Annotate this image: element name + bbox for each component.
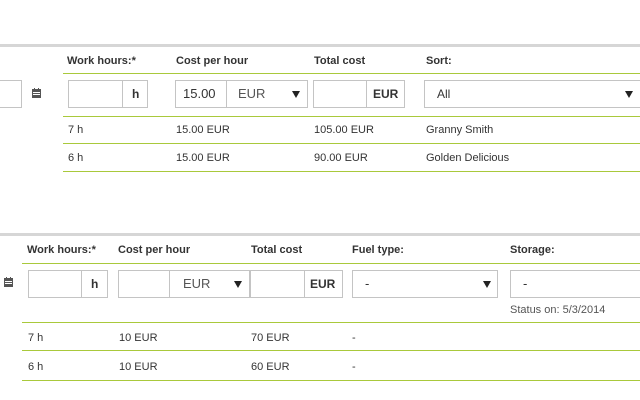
table2-fuel-type-select[interactable]: - xyxy=(352,270,498,298)
table1-row2-total: 90.00 EUR xyxy=(314,152,368,164)
table1-row2-cost: 15.00 EUR xyxy=(176,152,230,164)
triangle-down-icon[interactable] xyxy=(292,91,300,98)
table2-row1-total: 70 EUR xyxy=(251,332,290,344)
table2-input-line xyxy=(22,322,640,323)
table2-header-cost-per-hour: Cost per hour xyxy=(118,244,191,256)
table1-header-sort: Sort: xyxy=(426,55,452,67)
table1-row2-sort: Golden Delicious xyxy=(426,152,510,164)
table2-header-work-hours: Work hours:* xyxy=(27,244,96,256)
table1-row-line xyxy=(63,171,640,172)
table2-row-line xyxy=(22,380,640,381)
currency-select[interactable]: EUR xyxy=(183,271,210,297)
work-hours-unit: h xyxy=(91,277,99,291)
table2-row1-cost: 10 EUR xyxy=(119,332,158,344)
work-hours-separator xyxy=(81,271,82,297)
table1-header-cost-per-hour: Cost per hour xyxy=(176,55,249,67)
table1-total-cost-field[interactable]: EUR xyxy=(313,80,405,108)
cost-value: 15.00 xyxy=(183,86,216,101)
calendar-icon[interactable] xyxy=(32,88,41,101)
total-separator xyxy=(366,81,367,107)
total-cost-unit: EUR xyxy=(373,87,399,101)
table2-row1-hours: 7 h xyxy=(28,332,44,344)
triangle-down-icon[interactable] xyxy=(483,281,491,288)
table2-row2-cost: 10 EUR xyxy=(119,361,158,373)
table2-cost-per-hour-field[interactable]: EUR xyxy=(118,270,250,298)
table2-row2-fuel: - xyxy=(352,361,356,373)
calendar-icon[interactable] xyxy=(4,277,13,290)
triangle-down-icon[interactable] xyxy=(234,281,242,288)
table1-row1-cost: 15.00 EUR xyxy=(176,124,230,136)
table1-cost-per-hour-field[interactable]: 15.00 EUR xyxy=(175,80,308,108)
table2-header-storage: Storage: xyxy=(510,244,555,256)
table1-row-line xyxy=(63,143,640,144)
triangle-down-icon[interactable] xyxy=(625,91,633,98)
work-hours-separator xyxy=(122,81,123,107)
total-separator xyxy=(304,271,305,297)
table2-row-line xyxy=(22,350,640,351)
work-hours-unit: h xyxy=(132,87,140,101)
table1-row1-hours: 7 h xyxy=(68,124,84,136)
table2-row2-hours: 6 h xyxy=(28,361,44,373)
table2-row1-fuel: - xyxy=(352,332,356,344)
table1-row2-hours: 6 h xyxy=(68,152,84,164)
table2-top-border xyxy=(0,233,640,236)
currency-select[interactable]: EUR xyxy=(238,81,265,107)
table2-header-total-cost: Total cost xyxy=(251,244,303,256)
sort-selected-value: All xyxy=(437,87,451,101)
table2-row2-total: 60 EUR xyxy=(251,361,290,373)
fuel-selected-value: - xyxy=(365,276,370,291)
storage-selected-value: - xyxy=(523,276,528,291)
table2-storage-select[interactable]: - xyxy=(510,270,640,298)
table2-header-line xyxy=(22,263,640,264)
table1-row1-total: 105.00 EUR xyxy=(314,124,374,136)
table1-date-input[interactable] xyxy=(0,80,22,108)
table2-work-hours-field[interactable]: h xyxy=(28,270,108,298)
table1-top-border xyxy=(0,44,640,47)
table2-total-cost-field[interactable]: EUR xyxy=(250,270,343,298)
table1-sort-select[interactable]: All xyxy=(424,80,640,108)
table1-input-line xyxy=(63,116,640,117)
table1-header-work-hours: Work hours:* xyxy=(67,55,136,67)
table1-work-hours-field[interactable]: h xyxy=(68,80,148,108)
table1-header-total-cost: Total cost xyxy=(314,55,366,67)
table1-header-line xyxy=(63,73,640,74)
table1-row1-sort: Granny Smith xyxy=(426,124,494,136)
cost-separator xyxy=(226,81,227,107)
total-cost-unit: EUR xyxy=(310,277,336,291)
storage-status-note: Status on: 5/3/2014 xyxy=(510,304,606,316)
cost-separator xyxy=(169,271,170,297)
table2-header-fuel-type: Fuel type: xyxy=(352,244,404,256)
